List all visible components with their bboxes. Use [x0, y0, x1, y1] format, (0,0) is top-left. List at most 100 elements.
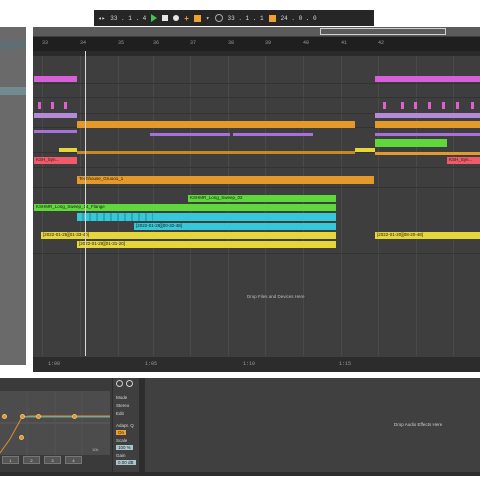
band-button[interactable]: 3 — [44, 456, 61, 464]
midi-note[interactable] — [442, 102, 445, 109]
playhead[interactable] — [85, 51, 86, 356]
arrangement-view[interactable]: 33 34 35 36 37 38 39 40 41 42 KSH_Syn...… — [33, 27, 480, 372]
clip-purple[interactable] — [375, 133, 480, 136]
adapt-q-label: Adapt. Q — [116, 423, 134, 428]
grid-line — [453, 56, 454, 356]
clip-lavender[interactable] — [375, 113, 480, 118]
clip-yellow[interactable] — [59, 148, 77, 152]
power-icon[interactable] — [116, 380, 123, 387]
midi-note[interactable] — [38, 102, 41, 109]
bar-number: 34 — [80, 40, 87, 46]
eq-device[interactable]: 10k 1 2 3 4 — [0, 378, 112, 472]
loop-bar[interactable] — [33, 51, 480, 56]
track-lane-divider — [33, 83, 480, 84]
eq-band-node[interactable] — [20, 414, 25, 419]
adapt-q-toggle[interactable]: On — [116, 430, 127, 435]
midi-note[interactable] — [401, 102, 404, 109]
clip-cyan[interactable] — [153, 213, 336, 221]
clip-magenta[interactable] — [34, 76, 77, 82]
bar-number: 35 — [118, 40, 125, 46]
eq-settings: Mode Stereo Edit Adapt. Q On Scale 100 %… — [113, 378, 139, 472]
eq-band-node[interactable] — [2, 414, 7, 419]
overview-strip[interactable] — [33, 27, 480, 36]
browser-panel[interactable] — [0, 27, 26, 365]
browser-selected-item[interactable] — [0, 87, 26, 95]
punch-icon[interactable] — [268, 14, 276, 22]
clip-purple[interactable] — [34, 130, 77, 133]
band-button[interactable]: 4 — [65, 456, 82, 464]
clip-sweep-02[interactable]: KSHMR_Long_Sweep_02 — [188, 195, 336, 202]
midi-note[interactable] — [64, 102, 67, 109]
clip-techhouse[interactable]: Techhouse_Gruoo1_1 — [77, 176, 374, 184]
stop-icon[interactable] — [162, 15, 169, 21]
transport-arrows-icon[interactable]: ◂▸ — [98, 15, 105, 22]
bar-number: 37 — [190, 40, 197, 46]
clip-purple[interactable] — [233, 133, 313, 136]
gain-label: Gain — [116, 453, 126, 458]
drop-audio-effects-hint: Drop Audio Effects Here — [394, 422, 443, 427]
loop-icon[interactable] — [214, 14, 223, 22]
clip-yellow-dated[interactable]: [2022-01-28][01-31-20] — [77, 241, 336, 248]
track-lane-divider — [33, 253, 480, 254]
midi-note[interactable] — [51, 102, 54, 109]
audio-effects-dropzone[interactable]: Drop Audio Effects Here — [145, 378, 480, 472]
settings-icon[interactable] — [126, 380, 133, 387]
play-icon[interactable] — [151, 14, 158, 22]
edit-label: Edit — [116, 411, 124, 416]
band-button[interactable]: 1 — [2, 456, 19, 464]
midi-note[interactable] — [383, 102, 386, 109]
loop-length[interactable]: 24 . 0 . 0 — [281, 15, 317, 22]
clip-orange-thin[interactable] — [77, 151, 355, 154]
clip-orange[interactable] — [375, 121, 480, 128]
midi-note[interactable] — [456, 102, 459, 109]
time-label: 1:10 — [243, 361, 256, 367]
draw-mode-icon[interactable] — [193, 14, 201, 22]
clip-lavender[interactable] — [34, 113, 77, 118]
time-label: 1:15 — [339, 361, 352, 367]
grid-line — [378, 56, 379, 356]
song-position[interactable]: 33 . 1 . 4 — [110, 15, 146, 22]
clip-purple[interactable] — [150, 133, 230, 136]
eq-curve — [0, 391, 110, 455]
track-lane-divider — [33, 167, 480, 168]
band-button[interactable]: 2 — [23, 456, 40, 464]
browser-header — [0, 41, 26, 49]
automation-arm-icon[interactable]: ▾ — [206, 15, 210, 22]
clip-magenta[interactable] — [375, 76, 480, 82]
scale-value[interactable]: 100 % — [116, 445, 133, 450]
overdub-plus-icon[interactable]: + — [184, 14, 189, 23]
bar-number: 40 — [303, 40, 310, 46]
eq-band-node[interactable] — [72, 414, 77, 419]
clip-yellow-dated[interactable]: [2022-01-20][08-20-48] — [375, 232, 480, 239]
mode-label: Mode — [116, 395, 128, 400]
eq-graph[interactable]: 10k — [0, 391, 110, 455]
clip-cyan-dated[interactable]: [2022-01-28][00-32-48] — [134, 223, 336, 230]
bar-number: 39 — [265, 40, 272, 46]
time-ruler[interactable]: 1:00 1:05 1:10 1:15 — [33, 357, 480, 372]
daw-window: ◂▸ 33 . 1 . 4 + ▾ 33 . 1 . 1 24 . 0 . 0 … — [0, 0, 480, 480]
gain-value[interactable]: 0.00 dB — [116, 460, 136, 465]
eq-band-node[interactable] — [19, 435, 24, 440]
bar-number: 36 — [153, 40, 160, 46]
clip-yellow[interactable] — [355, 148, 375, 152]
loop-start[interactable]: 33 . 1 . 1 — [228, 15, 264, 22]
clip-orange[interactable] — [77, 121, 355, 128]
track-lane-divider — [33, 97, 480, 98]
clip-ksh-left[interactable]: KSH_Syn... — [34, 157, 77, 164]
clip-cyan-chopped[interactable] — [77, 213, 153, 221]
beat-ruler[interactable]: 33 34 35 36 37 38 39 40 41 42 — [33, 37, 480, 51]
midi-note[interactable] — [471, 102, 474, 109]
clip-orange-thin[interactable] — [375, 152, 480, 155]
midi-note[interactable] — [414, 102, 417, 109]
overview-window[interactable] — [320, 28, 446, 35]
time-label: 1:05 — [145, 361, 158, 367]
eq-band-node[interactable] — [36, 414, 41, 419]
clip-sweep-14[interactable]: KSHMR_Long_Sweep_14_Flange — [34, 204, 336, 211]
clip-ksh-right[interactable]: KSH_Syn... — [447, 157, 480, 164]
time-label: 1:00 — [48, 361, 61, 367]
track-lane-divider — [33, 187, 480, 188]
record-icon[interactable] — [173, 15, 180, 21]
midi-note[interactable] — [428, 102, 431, 109]
clip-green[interactable] — [375, 139, 447, 147]
mode-value[interactable]: Stereo — [116, 403, 129, 408]
